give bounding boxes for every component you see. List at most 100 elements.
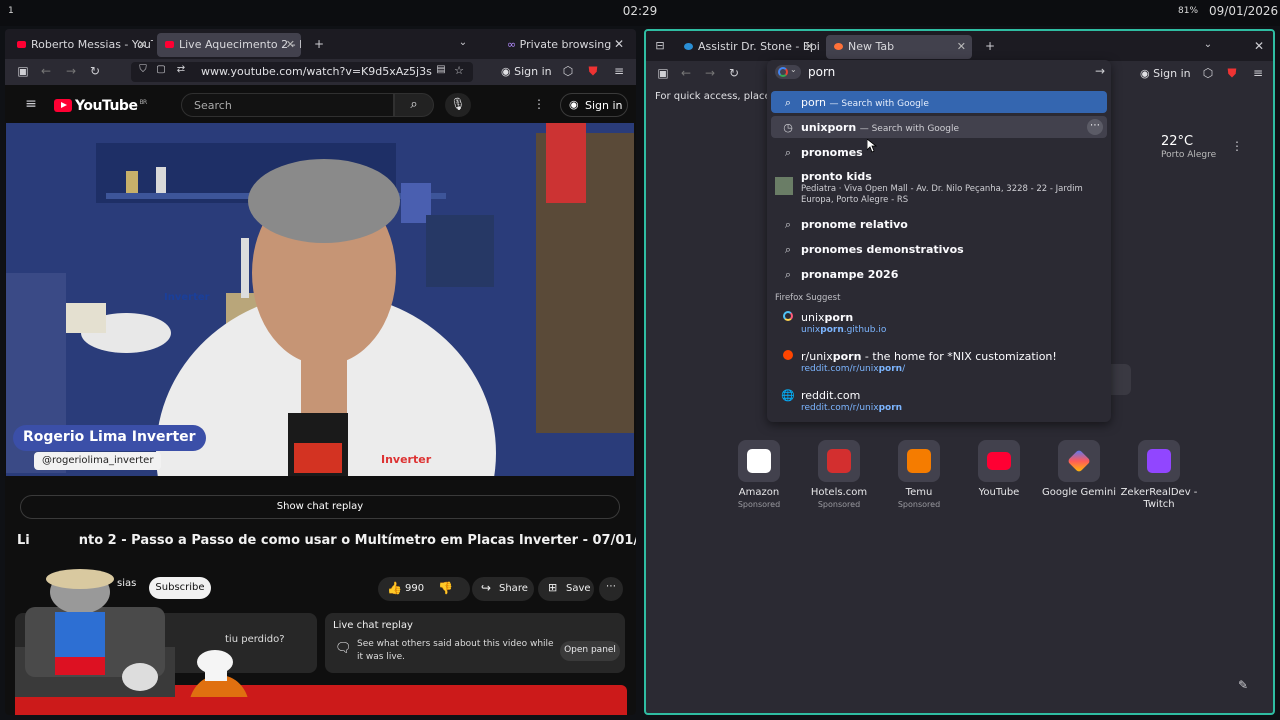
- suggestion-search-porn[interactable]: ⌕ porn — Search with Google: [771, 91, 1107, 113]
- list-tabs-chevron-icon[interactable]: ⌄: [455, 37, 471, 48]
- suggest-reddit-com[interactable]: 🌐 reddit.com reddit.com/r/unixporn: [771, 384, 1107, 420]
- open-panel-button[interactable]: Open panel: [560, 641, 620, 661]
- yt-menu-icon[interactable]: ≡: [23, 96, 39, 112]
- close-tab-icon[interactable]: ✕: [957, 40, 966, 53]
- close-window-icon[interactable]: ✕: [1251, 39, 1267, 53]
- sidebar-icon[interactable]: ▣: [15, 64, 31, 78]
- youtube-favicon-icon: [17, 41, 26, 48]
- sidebar-icon[interactable]: ▣: [655, 66, 671, 80]
- tab-groups-icon[interactable]: ⊟: [652, 39, 668, 52]
- forward-icon[interactable]: →: [63, 64, 79, 78]
- reader-view-icon[interactable]: ▤: [433, 64, 449, 75]
- youtube-logo[interactable]: YouTube BR: [54, 98, 147, 114]
- menu-hamburger-icon[interactable]: ≡: [611, 64, 627, 78]
- suggestion-pronto-kids[interactable]: pronto kids Pediatra · Viva Open Mall - …: [771, 165, 1107, 207]
- account-signin[interactable]: ◉ Sign in: [501, 65, 552, 78]
- shortcut-gemini[interactable]: Google Gemini: [1039, 440, 1119, 499]
- video-title: Li nto 2 - Passo a Passo de como usar o M…: [17, 533, 636, 548]
- yt-voice-search-button[interactable]: 🎙: [445, 93, 471, 117]
- address-input[interactable]: ⌄ porn →: [767, 60, 1111, 84]
- yt-search-button[interactable]: ⌕: [394, 93, 434, 117]
- shortcut-twitch[interactable]: ZekerRealDev - Twitch: [1119, 440, 1199, 511]
- like-icon[interactable]: 👍: [387, 581, 402, 595]
- more-horiz-icon: ⋯: [606, 581, 616, 592]
- share-button[interactable]: ↪ Share: [472, 577, 534, 601]
- shortcut-youtube[interactable]: YouTube: [959, 440, 1039, 499]
- new-tab-icon[interactable]: +: [982, 39, 998, 53]
- shortcut-hotels[interactable]: Hotels.com Sponsored: [799, 440, 879, 509]
- extensions-icon[interactable]: ⬡: [560, 64, 576, 78]
- save-button[interactable]: ⊞ Save: [538, 577, 594, 601]
- more-horiz-icon[interactable]: ⋯: [1087, 119, 1103, 135]
- weather-widget[interactable]: 22°C Porto Alegre: [1161, 134, 1216, 160]
- new-tab-icon[interactable]: +: [311, 37, 327, 51]
- suggestion-pronampe-2026[interactable]: ⌕ pronampe 2026: [771, 263, 1107, 285]
- show-chat-replay-button[interactable]: Show chat replay: [20, 495, 620, 519]
- list-tabs-chevron-icon[interactable]: ⌄: [1200, 39, 1216, 50]
- suggestion-pronomes-demonstrativos[interactable]: ⌕ pronomes demonstrativos: [771, 238, 1107, 260]
- private-mask-icon: ∞: [507, 38, 517, 51]
- suggestion-pronomes[interactable]: ⌕ pronomes: [771, 141, 1107, 163]
- suggest-r-unixporn[interactable]: r/unixporn - the home for *NIX customiza…: [771, 345, 1107, 381]
- back-icon[interactable]: ←: [38, 64, 54, 78]
- yt-search-input[interactable]: Search: [181, 93, 394, 117]
- cartoon-sticker-overlay: [15, 569, 248, 697]
- search-icon: ⌕: [784, 243, 792, 256]
- close-window-icon[interactable]: ✕: [611, 37, 627, 51]
- yt-signin-button[interactable]: ◉ Sign in: [560, 93, 628, 117]
- more-actions-button[interactable]: ⋯: [599, 577, 623, 601]
- google-icon: [778, 67, 788, 77]
- search-engine-selector[interactable]: ⌄: [775, 65, 801, 79]
- place-address: Pediatra · Viva Open Mall - Av. Dr. Nilo…: [801, 184, 1083, 205]
- forward-icon[interactable]: →: [702, 66, 718, 80]
- ublock-icon[interactable]: ⛊: [585, 64, 601, 79]
- close-tab-icon[interactable]: ✕: [805, 40, 814, 53]
- video-player[interactable]: Inverter Inverter Rogerio Lima Inverter …: [6, 123, 634, 476]
- tab-strip: Roberto Messias - YouT ✕ Live Aqueciment…: [5, 29, 636, 59]
- more-options-icon[interactable]: ⋮: [531, 97, 547, 111]
- search-icon: ⌕: [784, 96, 792, 109]
- account-signin[interactable]: ◉ Sign in: [1140, 67, 1191, 80]
- extensions-icon[interactable]: ⬡: [1200, 66, 1216, 80]
- media-block-icon[interactable]: ▢: [153, 64, 169, 75]
- reload-icon[interactable]: ↻: [87, 64, 103, 78]
- close-tab-icon[interactable]: ✕: [286, 38, 295, 51]
- shortcut-temu[interactable]: Temu Sponsored: [879, 440, 959, 509]
- permissions-icon[interactable]: ⇄: [173, 64, 189, 75]
- amazon-icon: [747, 449, 771, 473]
- shortcut-amazon[interactable]: Amazon Sponsored: [719, 440, 799, 509]
- date: 09/01/2026: [1209, 4, 1279, 18]
- video-name-tag: Rogerio Lima Inverter: [13, 425, 206, 451]
- svg-text:Inverter: Inverter: [381, 453, 432, 466]
- private-browsing-label: Private browsing: [519, 38, 612, 51]
- back-icon[interactable]: ←: [678, 66, 694, 80]
- search-icon: ⌕: [784, 268, 792, 281]
- suggestion-history-unixporn[interactable]: ◷ unixporn — Search with Google ⋯: [771, 116, 1107, 138]
- bookmark-star-icon[interactable]: ☆: [451, 64, 467, 77]
- url-bar[interactable]: ⛉ ▢ ⇄ www.youtube.com/watch?v=K9d5xAz5j3…: [131, 62, 473, 82]
- go-arrow-icon[interactable]: →: [1095, 64, 1105, 78]
- tab-dr-stone[interactable]: Assistir Dr. Stone - Epis ✕: [676, 35, 820, 59]
- share-icon: ↪: [481, 581, 492, 595]
- temu-icon: [907, 449, 931, 473]
- ublock-icon[interactable]: ⛊: [1224, 66, 1240, 81]
- search-icon: ⌕: [410, 97, 418, 112]
- suggestion-pronome-relativo[interactable]: ⌕ pronome relativo: [771, 213, 1107, 235]
- save-playlist-icon: ⊞: [548, 581, 558, 594]
- close-tab-icon[interactable]: ✕: [138, 38, 147, 51]
- tab-new-tab[interactable]: New Tab ✕: [826, 35, 972, 59]
- globe-icon: 🌐: [781, 389, 795, 402]
- menu-hamburger-icon[interactable]: ≡: [1250, 66, 1266, 80]
- dislike-icon[interactable]: 👎: [438, 581, 453, 595]
- suggest-unixporn-github[interactable]: unixporn unixporn.github.io: [771, 306, 1107, 342]
- system-top-bar: 1 02:29 81% 09/01/2026: [0, 0, 1280, 26]
- shield-icon[interactable]: ⛉: [135, 64, 151, 75]
- weather-options-icon[interactable]: ⋮: [1229, 139, 1245, 153]
- account-icon: ◉: [1140, 67, 1150, 80]
- reload-icon[interactable]: ↻: [726, 66, 742, 80]
- search-icon: ⌕: [784, 146, 792, 159]
- tab-live-aquecimento[interactable]: Live Aquecimento 2 - Pa ✕: [157, 33, 301, 57]
- like-count: 990: [405, 583, 425, 594]
- customize-pencil-icon[interactable]: ✎: [1235, 678, 1251, 692]
- tab-roberto-messias[interactable]: Roberto Messias - YouT ✕: [9, 33, 153, 57]
